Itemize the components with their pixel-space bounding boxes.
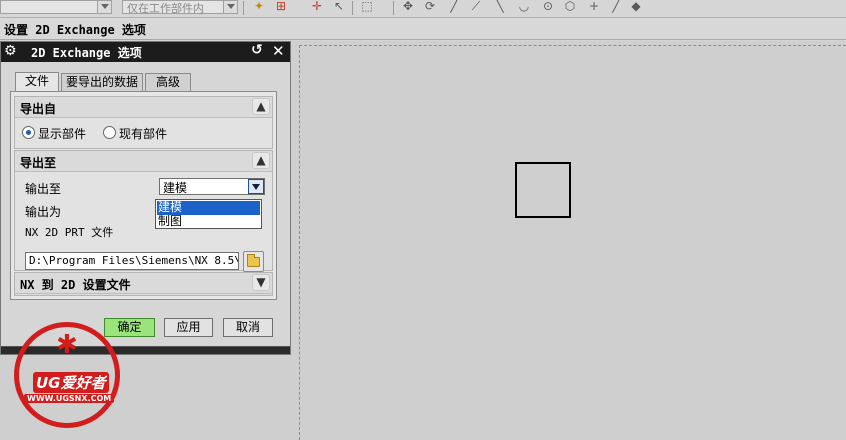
select-icon[interactable]: ↖ bbox=[331, 0, 347, 14]
output-to-select[interactable]: 建模 bbox=[159, 178, 265, 195]
chevron-up-icon[interactable]: ▲ bbox=[252, 98, 270, 115]
toolbar-separator bbox=[393, 1, 394, 15]
prt-file-label: NX 2D PRT 文件 bbox=[25, 226, 114, 239]
radio-displayed-part-label: 显示部件 bbox=[38, 127, 87, 141]
settings-file-header[interactable]: NX 到 2D 设置文件 ▼ bbox=[15, 273, 272, 294]
cue-text: 设置 2D Exchange 选项 bbox=[4, 23, 146, 37]
box-select-icon[interactable]: ⬚ bbox=[359, 0, 375, 14]
chevron-up-icon[interactable]: ▲ bbox=[252, 152, 270, 169]
toolbar-separator bbox=[243, 1, 244, 15]
rotate-icon[interactable]: ⟳ bbox=[422, 0, 438, 14]
radio-existing-part-label: 现有部件 bbox=[119, 127, 168, 141]
arc2-icon[interactable]: ◡ bbox=[516, 0, 532, 14]
export-from-body: 显示部件 现有部件 bbox=[15, 118, 272, 148]
pen-icon[interactable]: ╱ bbox=[608, 0, 624, 14]
curve-icon[interactable]: ╲ bbox=[492, 0, 508, 14]
tab-advanced[interactable]: 高级 bbox=[145, 73, 191, 92]
snap-icon[interactable]: ✦ bbox=[251, 0, 267, 14]
close-icon[interactable]: ✕ bbox=[272, 42, 285, 60]
tab-export-data[interactable]: 要导出的数据 bbox=[61, 73, 143, 92]
browse-button[interactable] bbox=[243, 251, 264, 272]
export-to-title: 导出至 bbox=[20, 156, 57, 170]
line-icon[interactable]: ╱ bbox=[446, 0, 462, 14]
chevron-down-icon[interactable] bbox=[248, 179, 264, 194]
top-toolbar: 仅在工作部件内 ✦ ⊞ ✛ ↖ ⬚ ✥ ⟳ ╱ ⟋ ╲ ◡ ⊙ ⬡ + ╱ ◆ bbox=[0, 0, 846, 18]
type-filter-combo[interactable] bbox=[0, 0, 112, 14]
output-to-value: 建模 bbox=[163, 181, 188, 195]
arc-icon[interactable]: ⟋ bbox=[468, 0, 484, 14]
filter-icon[interactable]: ⊞ bbox=[273, 0, 289, 14]
chevron-down-icon[interactable] bbox=[97, 1, 111, 13]
settings-file-section: NX 到 2D 设置文件 ▼ bbox=[14, 272, 273, 296]
dropdown-option-modeling[interactable]: 建模 bbox=[157, 201, 260, 215]
tab-panel: 导出自 ▲ 显示部件 现有部件 导出至 ▲ 输出至 建模 输出为 NX 2D P… bbox=[10, 91, 277, 300]
apply-button[interactable]: 应用 bbox=[164, 318, 213, 337]
radio-unselected-indicator bbox=[103, 126, 116, 139]
circle-icon[interactable]: ⊙ bbox=[540, 0, 556, 14]
export-from-section: 导出自 ▲ 显示部件 现有部件 bbox=[14, 96, 273, 149]
output-to-label: 输出至 bbox=[25, 182, 62, 196]
export-from-header[interactable]: 导出自 ▲ bbox=[15, 97, 272, 118]
output-to-dropdown-list[interactable]: 建模 制图 bbox=[155, 199, 262, 229]
reset-icon[interactable]: ↺ bbox=[251, 42, 263, 58]
plus-icon[interactable]: + bbox=[586, 0, 602, 14]
square-sketch[interactable] bbox=[515, 162, 571, 218]
chevron-down-icon[interactable] bbox=[223, 1, 237, 13]
move-icon[interactable]: ✥ bbox=[400, 0, 416, 14]
gear-icon[interactable]: ⚙ bbox=[4, 43, 17, 59]
export-from-title: 导出自 bbox=[20, 102, 57, 116]
cancel-button[interactable]: 取消 bbox=[223, 318, 273, 337]
selection-scope-combo[interactable]: 仅在工作部件内 bbox=[122, 0, 238, 15]
watermark-logo: ✱ UG爱好者 WWW.UGSNX.COM bbox=[8, 312, 128, 438]
selection-scope-value: 仅在工作部件内 bbox=[127, 2, 204, 15]
output-as-label: 输出为 bbox=[25, 205, 62, 219]
file-path-input[interactable]: D:\Program Files\Siemens\NX 8.5\UGI bbox=[25, 252, 239, 270]
point-icon[interactable]: ✛ bbox=[309, 0, 325, 14]
chevron-down-icon[interactable]: ▼ bbox=[252, 274, 270, 291]
polygon-icon[interactable]: ⬡ bbox=[562, 0, 578, 14]
exchange-options-dialog: ⚙ 2D Exchange 选项 ↺ ✕ 文件 要导出的数据 高级 导出自 ▲ … bbox=[0, 41, 291, 355]
cue-line: 设置 2D Exchange 选项 bbox=[0, 18, 846, 40]
drawing-border-top bbox=[299, 45, 846, 46]
tab-file[interactable]: 文件 bbox=[15, 72, 59, 92]
export-to-header[interactable]: 导出至 ▲ bbox=[15, 151, 272, 172]
cube-icon[interactable]: ◆ bbox=[628, 0, 644, 14]
dialog-title: 2D Exchange 选项 bbox=[31, 46, 142, 60]
person-icon: ✱ bbox=[56, 330, 78, 360]
graphics-window[interactable] bbox=[291, 41, 846, 440]
dialog-title-bar[interactable]: ⚙ 2D Exchange 选项 ↺ ✕ bbox=[1, 42, 290, 62]
logo-brand-text: UG爱好者 bbox=[33, 372, 109, 393]
logo-url-text: WWW.UGSNX.COM bbox=[24, 394, 115, 403]
folder-icon bbox=[247, 254, 260, 267]
settings-file-title: NX 到 2D 设置文件 bbox=[20, 278, 131, 292]
radio-selected-indicator bbox=[22, 126, 35, 139]
dropdown-option-drafting[interactable]: 制图 bbox=[157, 215, 260, 229]
drawing-border-left bbox=[299, 45, 300, 440]
toolbar-separator bbox=[352, 1, 353, 15]
